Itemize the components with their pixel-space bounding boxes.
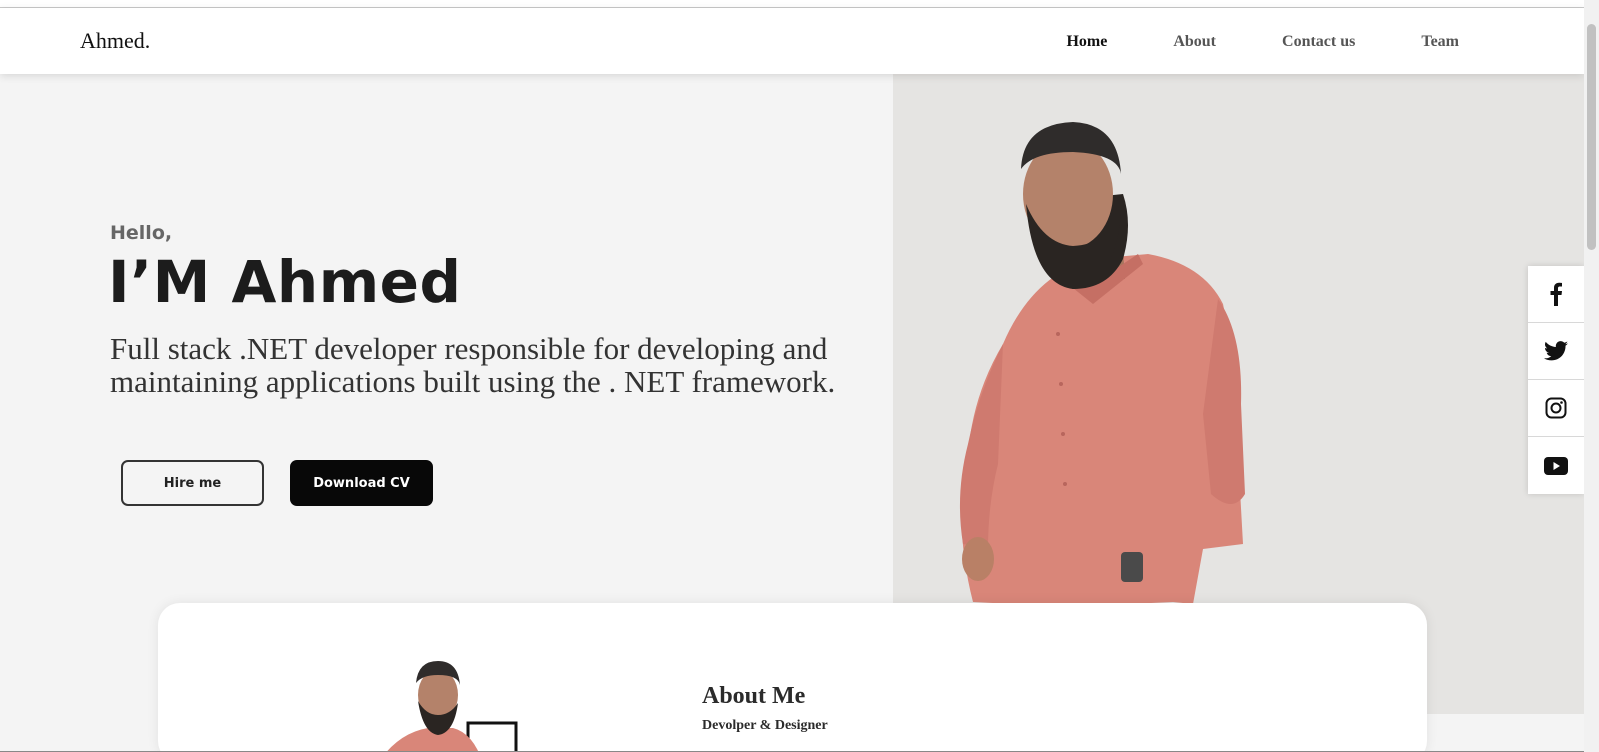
social-sidebar	[1528, 266, 1584, 494]
hero-greeting: Hello,	[110, 222, 173, 244]
scrollbar-thumb[interactable]	[1587, 24, 1596, 250]
hero-name: I’M Ahmed	[108, 248, 462, 316]
nav-contact-link[interactable]: Contact us	[1282, 33, 1355, 51]
download-cv-button[interactable]: Download CV	[290, 460, 433, 506]
hire-me-button[interactable]: Hire me	[121, 460, 264, 506]
nav-about-link[interactable]: About	[1173, 33, 1216, 51]
about-title: About Me	[702, 683, 806, 709]
youtube-icon[interactable]	[1528, 437, 1584, 494]
browser-top-line	[0, 0, 1584, 8]
instagram-icon[interactable]	[1528, 380, 1584, 437]
about-card: About Me Devolper & Designer	[158, 603, 1427, 752]
about-photo	[386, 661, 518, 752]
facebook-icon[interactable]	[1528, 266, 1584, 323]
nav-team-link[interactable]: Team	[1421, 33, 1459, 51]
brand-logo[interactable]: Ahmed.	[80, 28, 150, 54]
twitter-icon[interactable]	[1528, 323, 1584, 380]
main-nav: Home About Contact us Team	[1000, 33, 1459, 51]
hero-description: Full stack .NET developer responsible fo…	[110, 331, 836, 399]
nav-home-link[interactable]: Home	[1066, 33, 1107, 51]
navbar: Ahmed. Home About Contact us Team	[0, 8, 1584, 74]
page-scrollbar[interactable]	[1584, 0, 1599, 752]
about-subtitle: Devolper & Designer	[702, 718, 828, 733]
